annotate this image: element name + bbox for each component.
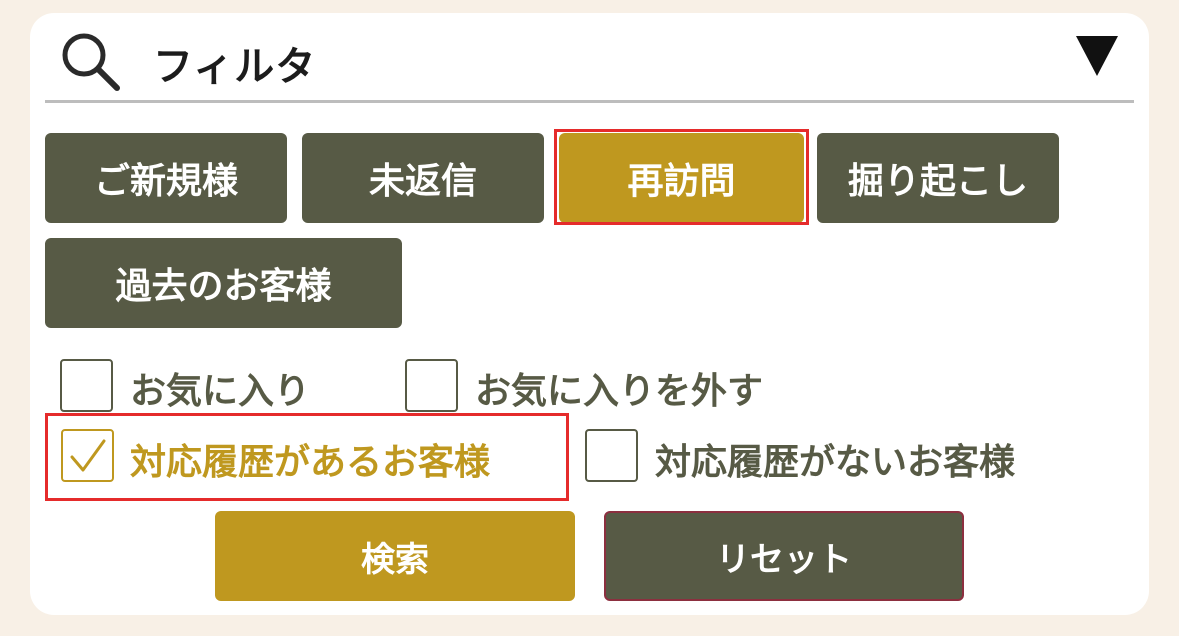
label-has-history: 対応履歴があるお客様 — [130, 442, 491, 483]
checkbox-remove-favorite[interactable] — [405, 359, 458, 412]
checkbox-has-history[interactable] — [61, 429, 114, 482]
triangle-down-icon[interactable] — [1076, 36, 1118, 76]
label-remove-favorite: お気に入りを外す — [475, 371, 764, 412]
search-icon — [59, 30, 121, 92]
filter-title: フィルタ — [153, 44, 317, 90]
checkbox-favorite[interactable] — [60, 359, 113, 412]
chip-new-customer[interactable]: ご新規様 — [45, 133, 287, 223]
filter-header[interactable]: フィルタ — [45, 18, 1134, 103]
chip-unreplied[interactable]: 未返信 — [302, 133, 544, 223]
chip-past-customers[interactable]: 過去のお客様 — [45, 238, 402, 328]
label-favorite: お気に入り — [130, 371, 311, 412]
reset-button[interactable]: リセット — [604, 511, 964, 601]
checkmark-icon — [70, 439, 106, 472]
label-no-history: 対応履歴がないお客様 — [655, 442, 1016, 483]
chip-dig-up[interactable]: 掘り起こし — [817, 133, 1059, 223]
search-button[interactable]: 検索 — [215, 511, 575, 601]
highlight-frame-revisit — [554, 129, 809, 225]
checkbox-no-history[interactable] — [585, 429, 638, 482]
